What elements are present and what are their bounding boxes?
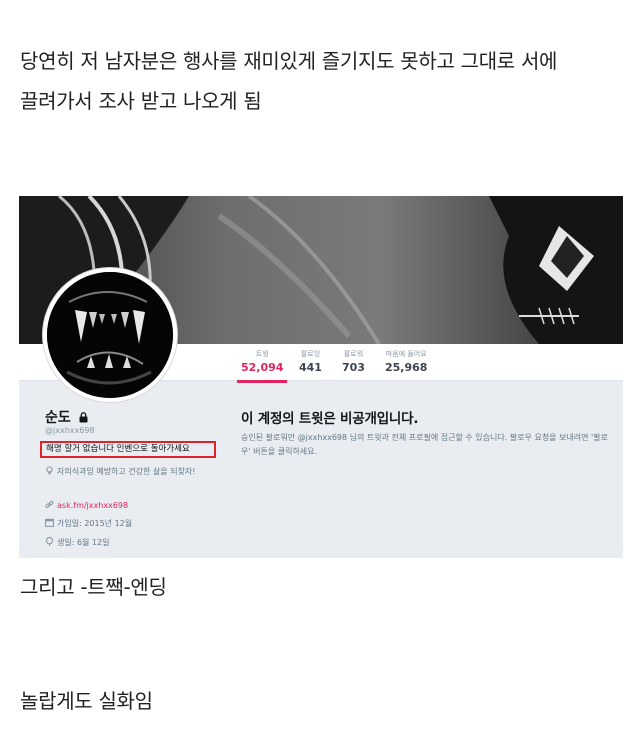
profile-joined-text: 가입일: 2015년 12월 xyxy=(57,519,133,528)
stat-following-label: 팔로잉 xyxy=(300,350,321,358)
stat-tweets-value: 52,094 xyxy=(241,361,284,374)
post-text-line-2: 끌려가서 조사 받고 나오게 됨 xyxy=(20,89,262,113)
lock-icon xyxy=(79,412,88,423)
stat-following[interactable]: 팔로잉 441 xyxy=(299,350,322,375)
stat-followers-label: 팔로워 xyxy=(343,350,364,358)
stat-followers-value: 703 xyxy=(342,361,365,374)
stat-followers[interactable]: 팔로워 703 xyxy=(342,350,365,375)
profile-birthday: 생일: 6월 12일 xyxy=(45,537,110,548)
avatar-image xyxy=(47,272,173,398)
location-pin-icon xyxy=(46,466,53,475)
balloon-icon xyxy=(45,537,54,546)
profile-name-text: 순도 xyxy=(45,410,71,426)
profile-location: 자의식과잉 예방하고 건강한 삶을 되찾자! xyxy=(45,466,215,477)
post-text-line-4: 놀랍게도 실화임 xyxy=(20,689,153,713)
profile-birthday-text: 생일: 6월 12일 xyxy=(57,538,110,547)
post-text-line-3: 그리고 -트짹-엔딩 xyxy=(20,575,167,599)
stat-likes[interactable]: 마음에 들어요 25,968 xyxy=(385,350,427,375)
post-content: 당연히 저 남자분은 행사를 재미있게 즐기지도 못하고 그대로 서에 끌려가서… xyxy=(0,0,640,743)
stat-following-value: 441 xyxy=(299,361,322,374)
post-text-line-1: 당연히 저 남자분은 행사를 재미있게 즐기지도 못하고 그대로 서에 xyxy=(20,49,558,73)
avatar[interactable] xyxy=(43,268,177,402)
private-account-title: 이 계정의 트윗은 비공개입니다. xyxy=(241,411,419,427)
private-account-description: 승인된 팔로워만 @jxxhxx698 님의 트윗과 전체 프로필에 접근할 수… xyxy=(241,433,608,456)
profile-website-text[interactable]: ask.fm/jxxhxx698 xyxy=(57,501,128,510)
calendar-icon xyxy=(45,518,54,527)
profile-joined: 가입일: 2015년 12월 xyxy=(45,518,132,529)
profile-website[interactable]: ask.fm/jxxhxx698 xyxy=(45,500,128,511)
profile-bio: 해명 할거 없습니다 인벤으로 돌아가세요 xyxy=(40,441,216,458)
profile-location-text: 자의식과잉 예방하고 건강한 삶을 되찾자! xyxy=(57,467,196,476)
embedded-profile-screenshot: 트윗 52,094 팔로잉 441 팔로워 703 마음에 들어요 25,968 xyxy=(19,196,623,558)
stat-tweets[interactable]: 트윗 52,094 xyxy=(236,350,288,383)
profile-handle: @jxxhxx698 xyxy=(45,426,95,435)
stat-likes-label: 마음에 들어요 xyxy=(385,350,427,358)
stat-tweets-label: 트윗 xyxy=(255,350,269,358)
stat-likes-value: 25,968 xyxy=(385,361,428,374)
profile-name: 순도 xyxy=(45,407,88,427)
link-icon xyxy=(45,500,54,508)
